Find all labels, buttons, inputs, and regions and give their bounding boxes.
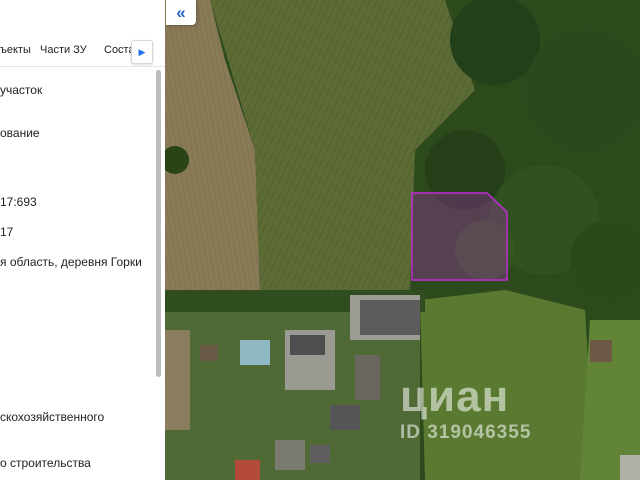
tab-parts[interactable]: Части ЗУ	[40, 44, 87, 56]
field-quarter: 17	[0, 225, 14, 239]
field-land-category: скохозяйственного	[0, 410, 105, 424]
field-cadastral-number: 17:693	[0, 195, 37, 209]
panel-scrollbar[interactable]	[156, 70, 161, 377]
double-chevron-left-icon: «	[176, 3, 186, 22]
field-address: я область, деревня Горки	[0, 255, 142, 269]
collapse-panel-button[interactable]: «	[166, 0, 196, 25]
tab-objects[interactable]: ъекты	[0, 44, 31, 56]
field-permitted-use: о строительства	[0, 456, 91, 470]
land-parcel-outline[interactable]	[411, 192, 508, 281]
info-panel: ъекты Части ЗУ Соста ▶ участок ование 17…	[0, 0, 165, 480]
field-type: участок	[0, 83, 43, 97]
watermark-id: ID 319046355	[400, 422, 532, 443]
field-name: ование	[0, 126, 40, 140]
satellite-map[interactable]: циан ID 319046355	[165, 0, 640, 480]
watermark-logo: циан	[400, 372, 510, 421]
tab-composition[interactable]: Соста	[104, 44, 135, 56]
chevron-right-icon: ▶	[138, 46, 146, 57]
tabs-next-button[interactable]: ▶	[131, 40, 153, 64]
